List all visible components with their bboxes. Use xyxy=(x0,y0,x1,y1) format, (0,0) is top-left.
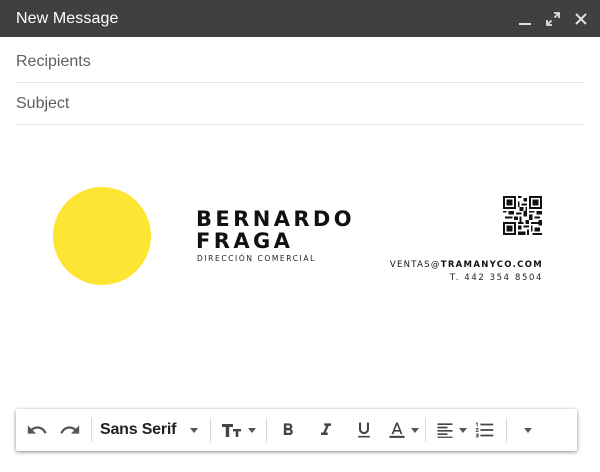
formatting-toolbar: Sans Serif xyxy=(16,409,577,451)
numbered-list-button[interactable] xyxy=(470,415,500,445)
signature-email[interactable]: VENTAS@TRAMANYCO.COM xyxy=(390,260,543,270)
chevron-down-icon xyxy=(459,427,468,433)
minimize-icon[interactable] xyxy=(516,10,534,28)
text-color-icon xyxy=(389,422,405,438)
recipients-input[interactable] xyxy=(16,52,584,71)
chevron-down-icon xyxy=(524,427,533,433)
text-size-button[interactable] xyxy=(217,415,260,445)
qr-code-icon xyxy=(503,196,542,235)
chevron-down-icon xyxy=(248,427,257,433)
window-title: New Message xyxy=(16,9,119,27)
bold-icon[interactable] xyxy=(273,415,303,445)
history-group xyxy=(22,415,85,445)
numbered-list-icon xyxy=(476,422,494,438)
font-family-value: Sans Serif xyxy=(100,421,177,438)
signature-phone: T. 442 354 8504 xyxy=(449,273,543,283)
toolbar-divider xyxy=(266,418,268,442)
signature-name-first: BERNARDO xyxy=(196,207,356,231)
window-controls xyxy=(516,10,590,28)
signature-role: DIRECCIÓN COMERCIAL xyxy=(197,254,316,263)
more-options-icon[interactable] xyxy=(513,415,543,445)
toolbar-divider xyxy=(210,418,212,442)
compose-titlebar[interactable]: New Message xyxy=(0,0,600,37)
signature-name: BERNARDO FRAGA xyxy=(196,208,355,252)
recipients-row xyxy=(16,41,584,83)
signature-email-user: VENTAS@ xyxy=(389,260,441,270)
chevron-down-icon xyxy=(411,427,420,433)
signature-email-domain: TRAMANYCO.COM xyxy=(440,260,543,270)
underline-icon[interactable] xyxy=(349,415,379,445)
expand-icon[interactable] xyxy=(544,10,562,28)
signature-logo-circle xyxy=(53,187,151,285)
message-body[interactable]: BERNARDO FRAGA DIRECCIÓN COMERCIAL VENTA… xyxy=(0,126,600,406)
subject-input[interactable] xyxy=(16,94,584,113)
italic-icon[interactable] xyxy=(311,415,341,445)
text-color-button[interactable] xyxy=(387,415,420,445)
toolbar-divider xyxy=(506,418,508,442)
align-button[interactable] xyxy=(432,415,470,445)
text-size-icon xyxy=(222,424,242,437)
close-icon[interactable] xyxy=(572,10,590,28)
font-family-select[interactable]: Sans Serif xyxy=(98,415,204,445)
toolbar-divider xyxy=(425,418,427,442)
signature-name-last: FRAGA xyxy=(196,229,294,253)
align-icon xyxy=(437,423,453,438)
subject-row xyxy=(16,83,584,125)
undo-icon[interactable] xyxy=(22,415,52,445)
chevron-down-icon xyxy=(190,427,199,433)
text-style-group xyxy=(273,415,420,445)
redo-icon[interactable] xyxy=(55,415,85,445)
toolbar-divider xyxy=(91,418,92,442)
